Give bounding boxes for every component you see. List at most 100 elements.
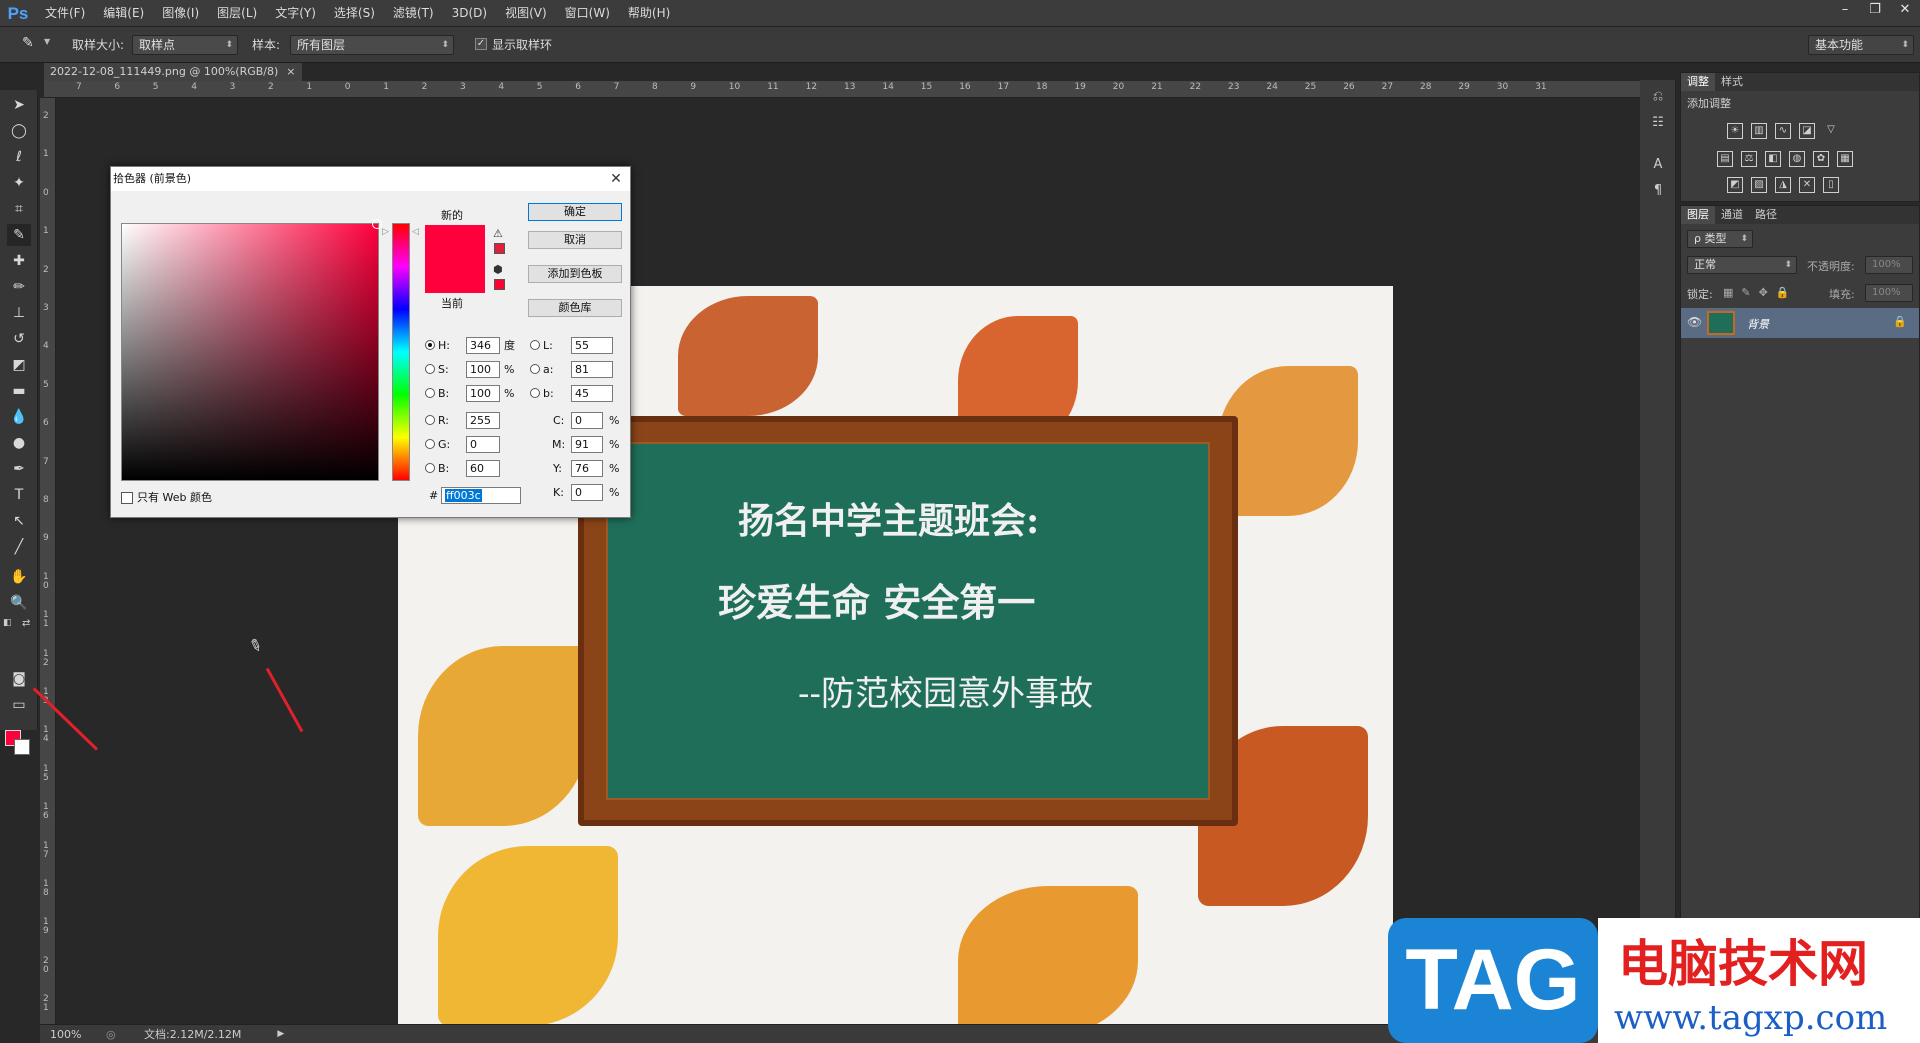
gamut-color-swatch[interactable] <box>494 243 505 254</box>
g-radio[interactable]: G: <box>425 436 450 453</box>
black-white-icon[interactable]: ◧ <box>1765 151 1781 167</box>
rgb-b-radio[interactable]: B: <box>425 460 449 477</box>
tab-close-icon[interactable]: × <box>286 63 295 81</box>
screen-mode-icon[interactable]: ▭ <box>7 694 31 716</box>
menu-view[interactable]: 视图(V) <box>496 0 556 27</box>
add-to-swatches-button[interactable]: 添加到色板 <box>528 265 622 283</box>
y-field[interactable]: 76 <box>571 460 603 477</box>
path-select-icon[interactable]: ↖ <box>7 510 31 532</box>
menu-layer[interactable]: 图层(L) <box>208 0 266 27</box>
tab-layers[interactable]: 图层 <box>1681 206 1715 224</box>
m-field[interactable]: 91 <box>571 436 603 453</box>
hue-slider[interactable] <box>392 223 410 481</box>
lasso-tool-icon[interactable]: ℓ <box>7 146 31 168</box>
crop-tool-icon[interactable]: ⌗ <box>7 198 31 220</box>
brush-tool-icon[interactable]: ✏ <box>7 276 31 298</box>
color-balance-icon[interactable]: ⚖ <box>1741 151 1757 167</box>
history-brush-icon[interactable]: ↺ <box>7 328 31 350</box>
magic-wand-icon[interactable]: ✦ <box>7 172 31 194</box>
gradient-map-icon[interactable]: ▯ <box>1823 177 1839 193</box>
clone-stamp-icon[interactable]: ⊥ <box>7 302 31 324</box>
menu-edit[interactable]: 编辑(E) <box>94 0 153 27</box>
exposure-icon[interactable]: ◪ <box>1799 123 1815 139</box>
layer-filter-dropdown[interactable]: ρ 类型 ⬍ <box>1687 230 1753 248</box>
fill-field[interactable]: 100% <box>1865 284 1913 302</box>
quick-mask-icon[interactable]: ◙ <box>7 668 31 690</box>
lab-b-radio[interactable]: b: <box>530 385 554 402</box>
posterize-icon[interactable]: ▨ <box>1751 177 1767 193</box>
a-radio[interactable]: a: <box>530 361 553 378</box>
tab-paths[interactable]: 路径 <box>1749 206 1783 224</box>
color-picker-marker[interactable] <box>372 219 382 229</box>
hue-slider-left-arrow-icon[interactable]: ▷ <box>382 227 389 237</box>
properties-panel-icon[interactable]: ☷ <box>1649 114 1667 132</box>
menu-select[interactable]: 选择(S) <box>325 0 384 27</box>
line-tool-icon[interactable]: ╱ <box>7 536 31 558</box>
l-field[interactable]: 55 <box>571 337 613 354</box>
brightness-icon[interactable]: ☀ <box>1727 123 1743 139</box>
invert-icon[interactable]: ◩ <box>1727 177 1743 193</box>
threshold-icon[interactable]: ◮ <box>1775 177 1791 193</box>
paragraph-panel-icon[interactable]: ¶ <box>1649 182 1667 200</box>
tab-styles[interactable]: 样式 <box>1715 73 1749 91</box>
blend-mode-dropdown[interactable]: 正常 ⬍ <box>1687 256 1797 274</box>
menu-window[interactable]: 窗口(W) <box>556 0 619 27</box>
photo-filter-icon[interactable]: ◍ <box>1789 151 1805 167</box>
a-field[interactable]: 81 <box>571 361 613 378</box>
lab-b-field[interactable]: 45 <box>571 385 613 402</box>
workspace-dropdown[interactable]: 基本功能 ⬍ <box>1808 35 1914 55</box>
curves-icon[interactable]: ∿ <box>1775 123 1791 139</box>
default-colors-icon[interactable]: ◧ <box>3 618 12 628</box>
document-tab[interactable]: 2022-12-08_111449.png @ 100%(RGB/8) × <box>44 63 302 81</box>
layer-row-background[interactable]: 👁 背景 🔒 <box>1681 308 1919 338</box>
b-radio[interactable]: B: <box>425 385 449 402</box>
menu-file[interactable]: 文件(F) <box>36 0 94 27</box>
eye-visibility-icon[interactable]: 👁 <box>1687 315 1702 329</box>
marquee-tool-icon[interactable]: ◯ <box>7 120 31 142</box>
menu-image[interactable]: 图像(I) <box>153 0 208 27</box>
menu-type[interactable]: 文字(Y) <box>266 0 325 27</box>
out-of-gamut-warning-icon[interactable]: ⚠ <box>493 227 503 240</box>
pen-tool-icon[interactable]: ✒ <box>7 458 31 480</box>
close-icon[interactable]: ✕ <box>606 169 626 189</box>
cancel-button[interactable]: 取消 <box>528 231 622 249</box>
close-button[interactable]: ✕ <box>1890 0 1920 20</box>
channel-mixer-icon[interactable]: ✿ <box>1813 151 1829 167</box>
k-field[interactable]: 0 <box>571 484 603 501</box>
web-safe-warning-icon[interactable]: ⬢ <box>493 263 503 276</box>
tab-adjustments[interactable]: 调整 <box>1681 73 1715 91</box>
web-safe-color-swatch[interactable] <box>494 279 505 290</box>
vibrance-icon[interactable]: ▽ <box>1823 123 1839 139</box>
ok-button[interactable]: 确定 <box>528 203 622 221</box>
history-panel-icon[interactable]: ⎌ <box>1649 88 1667 106</box>
hand-tool-icon[interactable]: ✋ <box>7 566 31 588</box>
background-color-swatch[interactable] <box>14 739 30 755</box>
minimize-button[interactable]: – <box>1830 0 1860 20</box>
c-field[interactable]: 0 <box>571 412 603 429</box>
vertical-ruler[interactable]: 2101234567891 01 11 21 31 41 51 61 71 81… <box>40 98 56 1024</box>
eyedropper-icon[interactable]: ✎ <box>22 35 34 51</box>
g-field[interactable]: 0 <box>466 436 500 453</box>
opacity-field[interactable]: 100% <box>1865 256 1913 274</box>
zoom-level[interactable]: 100% <box>50 1028 90 1041</box>
zoom-tool-icon[interactable]: 🔍 <box>7 592 31 614</box>
saturation-brightness-field[interactable] <box>121 223 379 481</box>
color-libraries-button[interactable]: 颜色库 <box>528 299 622 317</box>
swap-colors-icon[interactable]: ⇄ <box>22 618 30 629</box>
layer-name[interactable]: 背景 <box>1747 316 1769 332</box>
character-panel-icon[interactable]: A <box>1649 156 1667 174</box>
gradient-tool-icon[interactable]: ▬ <box>7 380 31 402</box>
restore-button[interactable]: ❐ <box>1860 0 1890 20</box>
b-field[interactable]: 100 <box>466 385 500 402</box>
tab-channels[interactable]: 通道 <box>1715 206 1749 224</box>
blur-tool-icon[interactable]: 💧 <box>7 406 31 428</box>
current-color-swatch[interactable] <box>425 259 485 293</box>
h-radio[interactable]: H: <box>425 337 450 354</box>
lock-icons[interactable]: ▦✎✥🔒 <box>1723 286 1798 299</box>
menu-3d[interactable]: 3D(D) <box>443 0 496 27</box>
eyedropper-tool-icon[interactable]: ✎ <box>7 224 31 246</box>
horizontal-ruler[interactable]: 7 6 5 4 3 2 1 0 1 2 3 4 5 6 7 8 9 10 11 12 13 14 15 16 17 18 19 20 2… <box>44 81 1640 98</box>
s-field[interactable]: 100 <box>466 361 500 378</box>
hex-field[interactable]: ff003c <box>441 487 521 504</box>
selective-color-icon[interactable]: ✕ <box>1799 177 1815 193</box>
